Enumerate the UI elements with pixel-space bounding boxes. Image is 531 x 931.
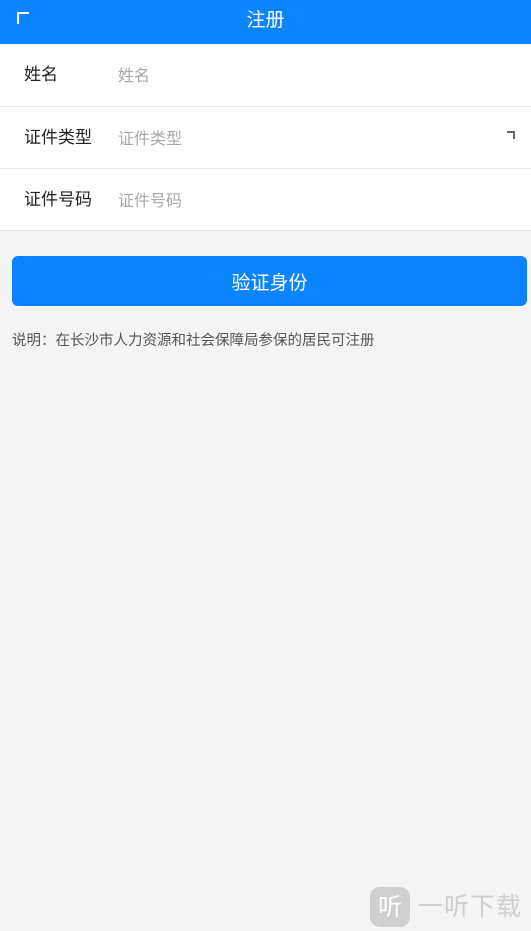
verify-identity-button[interactable]: 验证身份	[12, 256, 527, 306]
name-label: 姓名	[24, 65, 58, 85]
id-type-label: 证件类型	[24, 128, 92, 148]
id-type-row[interactable]: 证件类型	[0, 106, 531, 168]
watermark: 听 一听下载	[370, 885, 528, 927]
registration-form: 姓名 证件类型 证件号码	[0, 44, 531, 231]
id-number-label: 证件号码	[24, 190, 92, 210]
id-number-row: 证件号码	[0, 168, 531, 230]
id-number-input[interactable]	[118, 185, 498, 215]
dropdown-icon	[505, 131, 515, 141]
watermark-text: 一听下载	[418, 892, 523, 921]
id-type-select[interactable]	[118, 123, 498, 153]
watermark-logo: 听	[370, 887, 410, 927]
page-title: 注册	[246, 9, 285, 31]
name-row: 姓名	[0, 44, 531, 106]
top-app-bar: 注册	[0, 0, 531, 44]
name-input[interactable]	[118, 60, 498, 90]
registration-note: 说明：在长沙市人力资源和社会保障局参保的居民可注册	[12, 333, 375, 349]
